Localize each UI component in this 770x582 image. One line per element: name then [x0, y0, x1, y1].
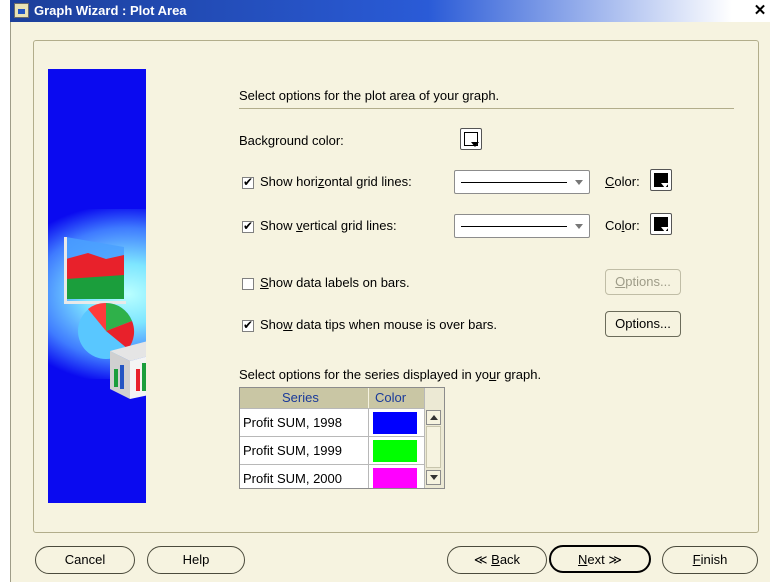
app-icon — [14, 3, 29, 18]
series-name: Profit SUM, 1999 — [243, 443, 342, 458]
table-row[interactable]: Profit SUM, 2000 — [240, 464, 425, 488]
horizontal-grid-style-select[interactable] — [454, 170, 590, 194]
chevron-down-icon — [575, 180, 583, 185]
dropdown-arrow-icon — [471, 142, 479, 147]
dropdown-arrow-icon — [661, 183, 669, 188]
close-button[interactable]: ✕ — [750, 0, 770, 22]
finish-button[interactable]: Finish — [662, 546, 758, 574]
content-panel: Select options for the plot area of your… — [33, 40, 759, 533]
title-bar: Graph Wizard : Plot Area ✕ — [10, 0, 770, 22]
back-button[interactable]: ≪ Back — [447, 546, 547, 574]
data-labels-label: Show data labels on bars. — [260, 275, 410, 290]
horizontal-grid-color-label: Color: — [605, 174, 640, 189]
horizontal-grid-color-button[interactable] — [650, 169, 672, 191]
series-color-swatch[interactable] — [373, 412, 417, 434]
series-scrollbar[interactable] — [424, 388, 444, 488]
data-tips-options-button[interactable]: Options... — [605, 311, 681, 337]
chart-illustration-icon — [64, 237, 146, 399]
next-button[interactable]: Next ≫ — [549, 545, 651, 573]
series-name: Profit SUM, 2000 — [243, 471, 342, 486]
help-button[interactable]: Help — [147, 546, 245, 574]
chevron-right-icon: ≫ — [608, 552, 622, 567]
window-title: Graph Wizard : Plot Area — [34, 3, 187, 18]
scroll-thumb[interactable] — [426, 426, 441, 468]
graph-wizard-dialog: Select options for the plot area of your… — [10, 22, 770, 582]
series-table[interactable]: Series Color Profit SUM, 1998 Profit SUM… — [239, 387, 445, 489]
table-row[interactable]: Profit SUM, 1998 — [240, 408, 425, 437]
wizard-side-image — [48, 69, 146, 503]
vertical-grid-label: Show vertical grid lines: — [260, 218, 397, 233]
heading-divider — [239, 108, 734, 109]
series-color-swatch[interactable] — [373, 440, 417, 462]
cancel-button[interactable]: Cancel — [35, 546, 135, 574]
series-color-swatch[interactable] — [373, 468, 417, 488]
chevron-down-icon — [575, 224, 583, 229]
series-name: Profit SUM, 1998 — [243, 415, 342, 430]
plot-area-heading: Select options for the plot area of your… — [239, 88, 500, 103]
table-row[interactable]: Profit SUM, 1999 — [240, 436, 425, 465]
vertical-grid-checkbox[interactable] — [242, 219, 254, 233]
series-heading: Select options for the series displayed … — [239, 367, 542, 382]
chevron-left-icon: ≪ — [473, 552, 488, 567]
data-labels-options-button[interactable]: Options... — [605, 269, 681, 295]
data-labels-checkbox[interactable] — [242, 278, 254, 290]
scroll-up-icon[interactable] — [426, 410, 441, 425]
scroll-down-icon[interactable] — [426, 470, 441, 485]
series-table-header: Series Color — [240, 388, 425, 408]
vertical-grid-style-select[interactable] — [454, 214, 590, 238]
background-color-label: Background color: — [239, 133, 344, 148]
dropdown-arrow-icon — [661, 227, 669, 232]
vertical-grid-color-button[interactable] — [650, 213, 672, 235]
horizontal-grid-label: Show horizontal grid lines: — [260, 174, 412, 189]
color-column-header: Color — [375, 390, 407, 405]
data-tips-checkbox[interactable] — [242, 318, 254, 332]
vertical-grid-color-label: Color: — [605, 218, 640, 233]
horizontal-grid-checkbox[interactable] — [242, 175, 254, 189]
series-column-header: Series — [282, 390, 319, 405]
data-tips-label: Show data tips when mouse is over bars. — [260, 317, 498, 332]
background-color-button[interactable] — [460, 128, 482, 150]
